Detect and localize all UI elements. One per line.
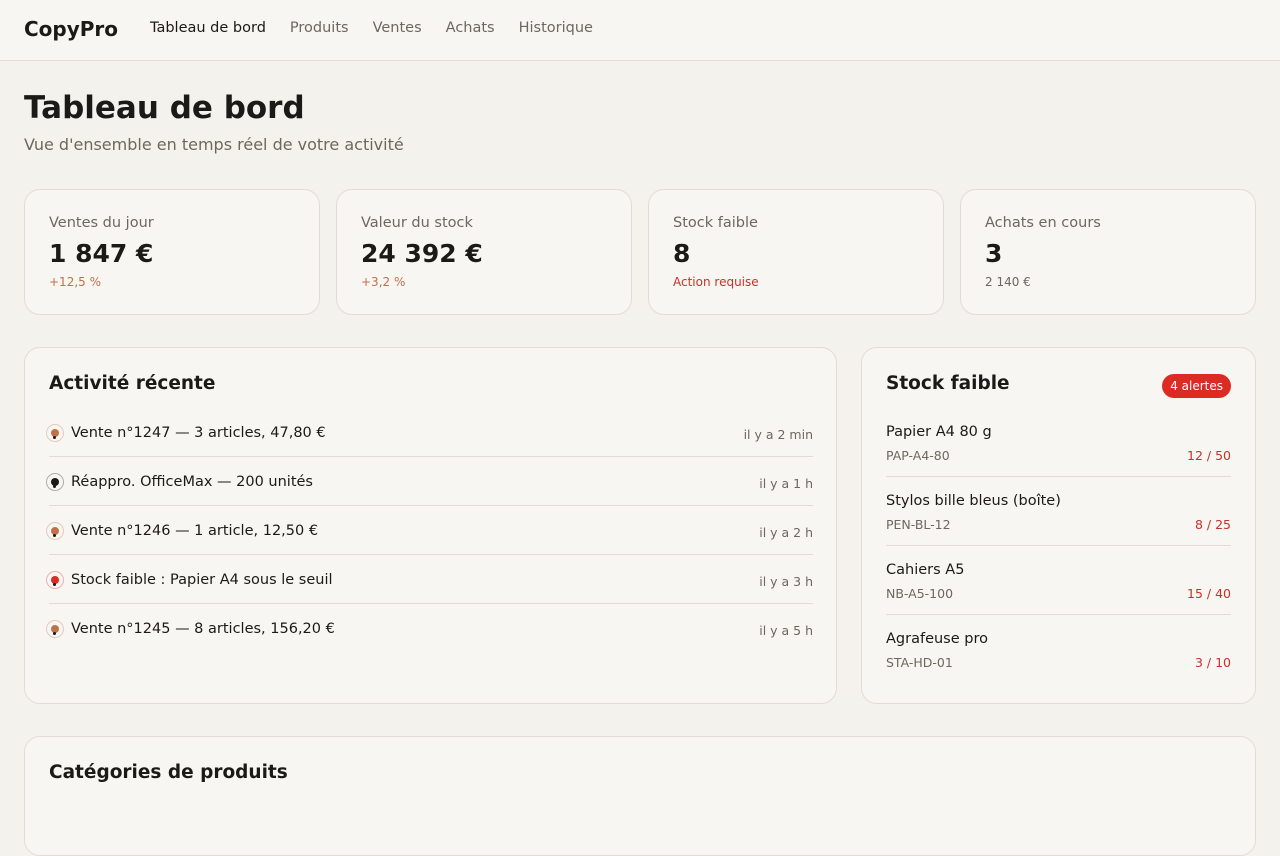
brand-logo[interactable]: CopyPro	[24, 17, 118, 41]
nav-tab-products[interactable]: Produits	[290, 20, 349, 36]
product-sku: STA-HD-01	[886, 655, 953, 670]
activity-text: Vente n°1247 — 3 articles, 47,80 €	[71, 425, 326, 441]
activity-text: Réappro. OfficeMax — 200 unités	[71, 474, 313, 490]
activity-item[interactable]: Stock faible : Papier A4 sous le seuil i…	[46, 555, 813, 604]
low-stock-title: Stock faible	[886, 373, 1010, 394]
stat-value: 3	[985, 239, 1003, 268]
low-stock-item[interactable]: Agrafeuse pro STA-HD-01 3 / 10	[886, 615, 1231, 684]
stat-card-low-stock: Stock faible 8 Action requise	[648, 189, 944, 315]
low-stock-item[interactable]: Cahiers A5 NB-A5-100 15 / 40	[886, 546, 1231, 615]
stat-label: Stock faible	[673, 215, 758, 231]
alert-count-badge: 4 alertes	[1162, 374, 1231, 398]
stat-value: 24 392 €	[361, 239, 483, 268]
activity-time: il y a 1 h	[759, 476, 813, 491]
stock-quantity: 12 / 50	[1187, 448, 1231, 463]
restock-pin-icon	[46, 473, 64, 491]
low-stock-item[interactable]: Stylos bille bleus (boîte) PEN-BL-12 8 /…	[886, 477, 1231, 546]
page-subtitle: Vue d'ensemble en temps réel de votre ac…	[24, 135, 404, 154]
stat-card-stock-value: Valeur du stock 24 392 € +3,2 %	[336, 189, 632, 315]
stat-note: Action requise	[673, 275, 759, 289]
product-sku: NB-A5-100	[886, 586, 954, 601]
stat-label: Ventes du jour	[49, 215, 154, 231]
alert-pin-icon	[46, 571, 64, 589]
stat-card-daily-sales: Ventes du jour 1 847 € +12,5 %	[24, 189, 320, 315]
page-title: Tableau de bord	[24, 90, 305, 126]
categories-title: Catégories de produits	[49, 762, 288, 783]
activity-list: Vente n°1247 — 3 articles, 47,80 € il y …	[46, 408, 813, 653]
product-name: Cahiers A5	[886, 562, 965, 578]
stat-note: +3,2 %	[361, 275, 406, 289]
stat-note: +12,5 %	[49, 275, 101, 289]
top-navigation-bar: CopyPro Tableau de bord Produits Ventes …	[0, 0, 1280, 61]
product-sku: PEN-BL-12	[886, 517, 951, 532]
low-stock-panel: Stock faible 4 alertes Papier A4 80 g PA…	[861, 347, 1256, 704]
stat-note: 2 140 €	[985, 275, 1031, 289]
activity-item[interactable]: Vente n°1246 — 1 article, 12,50 € il y a…	[46, 506, 813, 555]
sale-pin-icon	[46, 424, 64, 442]
recent-activity-title: Activité récente	[49, 373, 216, 394]
activity-item[interactable]: Vente n°1247 — 3 articles, 47,80 € il y …	[46, 408, 813, 457]
stock-quantity: 8 / 25	[1194, 517, 1231, 532]
stat-label: Valeur du stock	[361, 215, 473, 231]
low-stock-item[interactable]: Papier A4 80 g PAP-A4-80 12 / 50	[886, 408, 1231, 477]
product-name: Stylos bille bleus (boîte)	[886, 493, 1061, 509]
activity-text: Vente n°1246 — 1 article, 12,50 €	[71, 523, 319, 539]
sale-pin-icon	[46, 620, 64, 638]
activity-time: il y a 3 h	[759, 574, 813, 589]
nav-tab-history[interactable]: Historique	[519, 20, 593, 36]
activity-time: il y a 5 h	[759, 623, 813, 638]
activity-time: il y a 2 h	[759, 525, 813, 540]
product-sku: PAP-A4-80	[886, 448, 950, 463]
activity-text: Stock faible : Papier A4 sous le seuil	[71, 572, 333, 588]
activity-time: il y a 2 min	[743, 427, 813, 442]
main-nav: Tableau de bord Produits Ventes Achats H…	[150, 20, 593, 36]
recent-activity-panel: Activité récente Vente n°1247 — 3 articl…	[24, 347, 837, 704]
product-name: Agrafeuse pro	[886, 631, 988, 647]
product-categories-panel: Catégories de produits	[24, 736, 1256, 856]
stat-label: Achats en cours	[985, 215, 1101, 231]
nav-tab-purchases[interactable]: Achats	[446, 20, 495, 36]
stock-quantity: 15 / 40	[1187, 586, 1231, 601]
product-name: Papier A4 80 g	[886, 424, 992, 440]
activity-item[interactable]: Vente n°1245 — 8 articles, 156,20 € il y…	[46, 604, 813, 653]
activity-item[interactable]: Réappro. OfficeMax — 200 unités il y a 1…	[46, 457, 813, 506]
activity-text: Vente n°1245 — 8 articles, 156,20 €	[71, 621, 335, 637]
stock-quantity: 3 / 10	[1194, 655, 1231, 670]
sale-pin-icon	[46, 522, 64, 540]
stat-card-pending-purchases: Achats en cours 3 2 140 €	[960, 189, 1256, 315]
nav-tab-sales[interactable]: Ventes	[373, 20, 422, 36]
nav-tab-dashboard[interactable]: Tableau de bord	[150, 20, 266, 36]
stat-value: 1 847 €	[49, 239, 154, 268]
low-stock-list: Papier A4 80 g PAP-A4-80 12 / 50 Stylos …	[886, 408, 1231, 684]
stat-value: 8	[673, 239, 691, 268]
